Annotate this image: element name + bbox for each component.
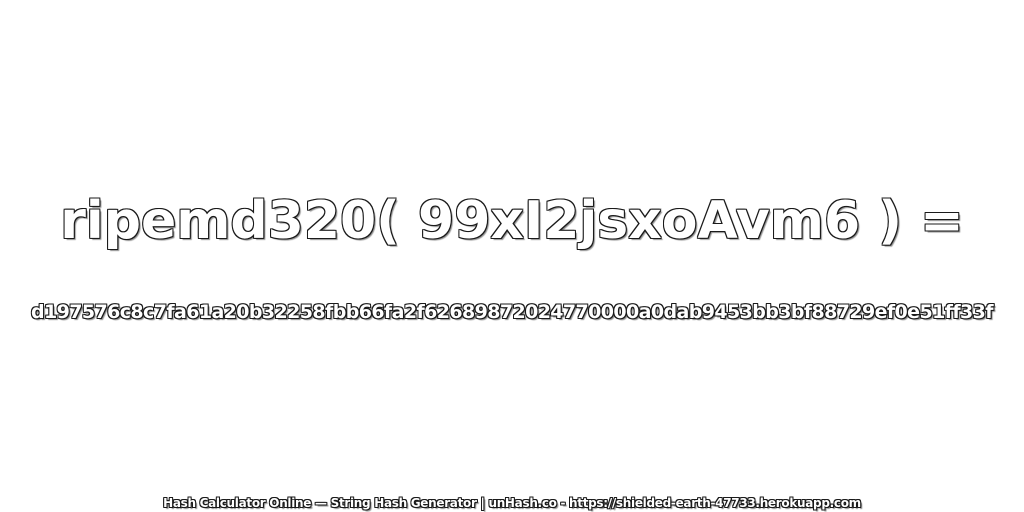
hash-value: d197576c8c7fa61a20b32258fbb66fa2f6268987… — [31, 301, 993, 323]
hash-result-image: ripemd320( 99xI2jsxoAvm6 ) = d197576c8c7… — [0, 0, 1024, 512]
hash-expression: ripemd320( 99xI2jsxoAvm6 ) = — [60, 191, 964, 251]
footer-credit: Hash Calculator Online — String Hash Gen… — [163, 496, 861, 510]
